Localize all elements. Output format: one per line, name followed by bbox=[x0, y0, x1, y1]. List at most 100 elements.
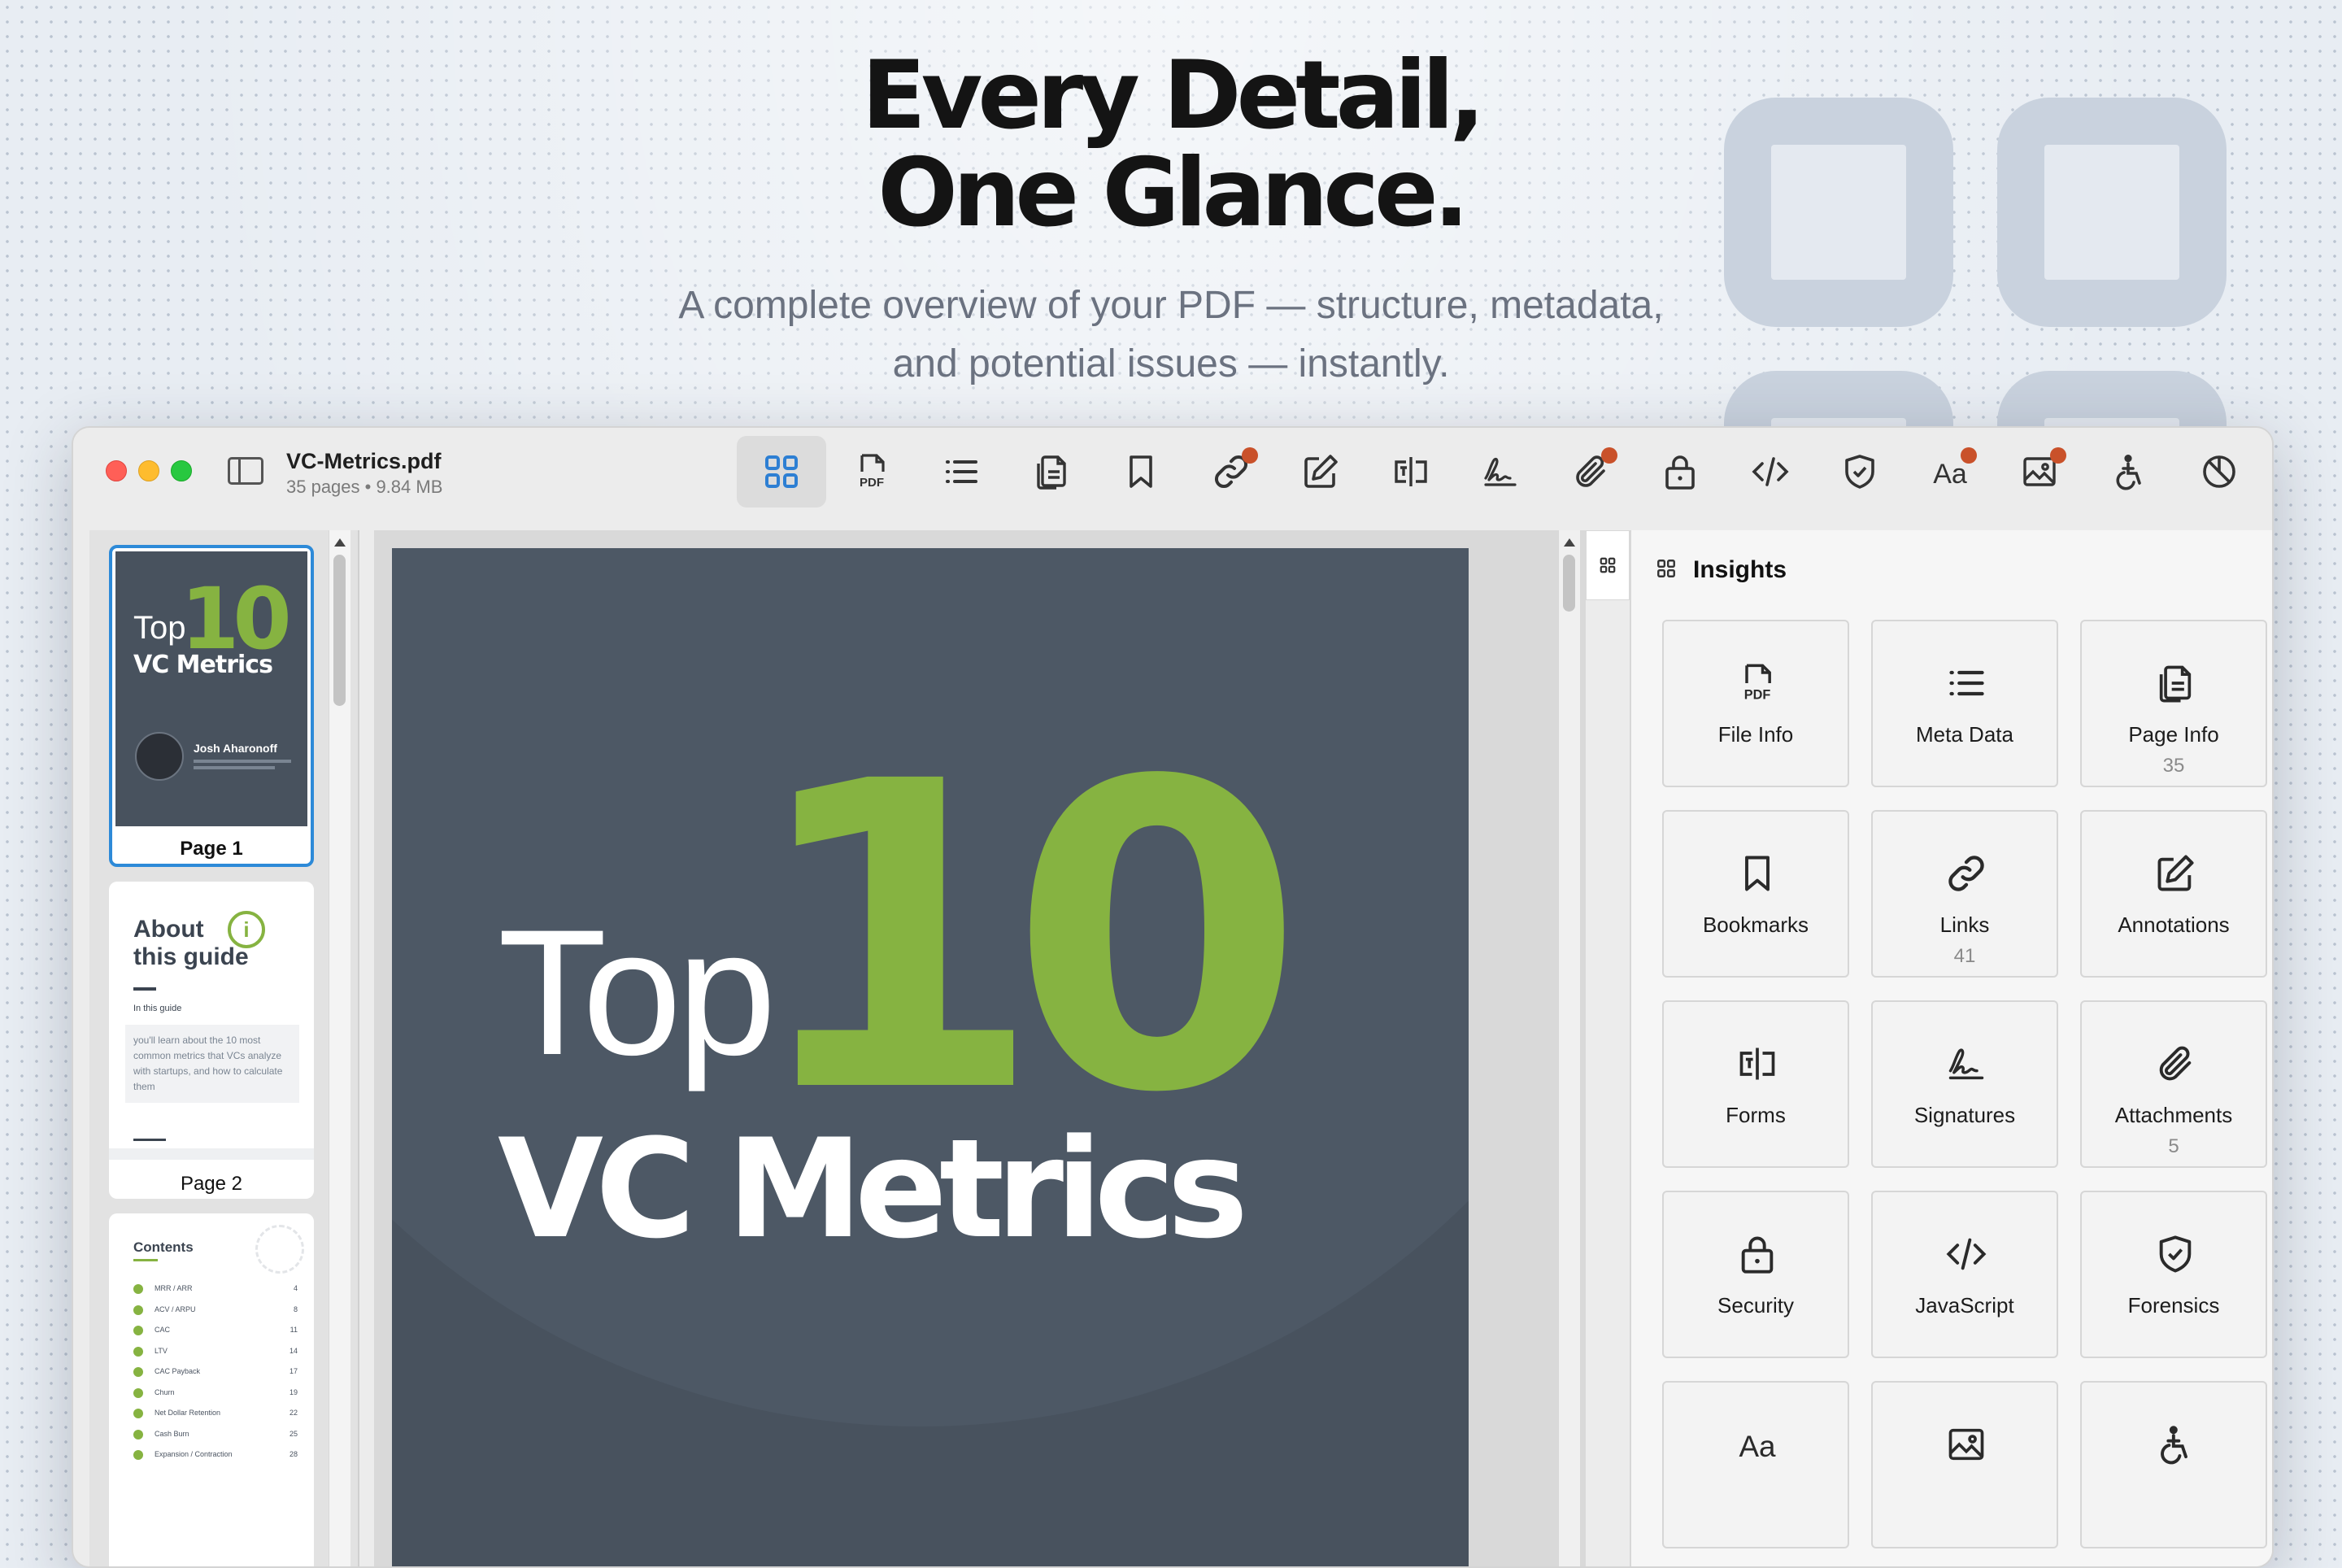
toolbar-pages-button[interactable] bbox=[1007, 436, 1096, 507]
toolbar-signature-button[interactable] bbox=[1456, 436, 1545, 507]
scroll-up-arrow-icon[interactable] bbox=[334, 538, 346, 547]
info-icon: i bbox=[228, 911, 265, 948]
insight-card-label: Page Info bbox=[2128, 722, 2219, 747]
toc-row: Expansion / Contraction 28 bbox=[133, 1448, 298, 1464]
notification-badge bbox=[1960, 447, 1977, 464]
hero-subtitle: A complete overview of your PDF — struct… bbox=[0, 277, 2342, 394]
document-scrollbar[interactable] bbox=[1558, 530, 1580, 1566]
insight-card-label: Bookmarks bbox=[1702, 912, 1809, 937]
insight-card-label: JavaScript bbox=[1915, 1293, 2014, 1318]
thumb3-deco bbox=[255, 1225, 304, 1274]
paperclip-icon bbox=[2159, 1046, 2192, 1081]
insight-card-count: 35 bbox=[2162, 755, 2185, 777]
pages-icon bbox=[1036, 455, 1066, 490]
insight-card-label: Attachments bbox=[2114, 1103, 2233, 1127]
insights-panel: Insights PDF File Info Meta Data Page Info 3… bbox=[1586, 530, 2272, 1566]
toolbar-bookmark-button[interactable] bbox=[1096, 436, 1186, 507]
accessibility-icon bbox=[2116, 455, 2141, 490]
scroll-up-arrow-icon[interactable] bbox=[1564, 538, 1575, 547]
close-window-button[interactable] bbox=[106, 460, 127, 481]
thumb3-heading: Contents bbox=[133, 1239, 194, 1255]
edit-icon bbox=[1304, 455, 1338, 488]
lock-icon bbox=[1665, 455, 1695, 490]
insight-card-file-info[interactable]: PDF File Info bbox=[1662, 620, 1849, 787]
toc-row: MRR / ARR 4 bbox=[133, 1282, 298, 1298]
toolbar-list-button[interactable] bbox=[916, 436, 1006, 507]
insight-card-links[interactable]: Links 41 bbox=[1871, 810, 2058, 978]
thumbnail-page-3[interactable]: Contents MRR / ARR 4 ACV / ARPU 8 CAC 11 LTV 14… bbox=[109, 1213, 314, 1566]
document-scroll-thumb[interactable] bbox=[1563, 555, 1575, 612]
pdf-icon: PDF bbox=[1744, 664, 1771, 703]
font-icon: Aa bbox=[1739, 1430, 1776, 1463]
form-icon bbox=[1739, 1048, 1775, 1080]
toc-item-page: 17 bbox=[289, 1367, 298, 1375]
insight-card-security[interactable]: Security bbox=[1662, 1191, 1849, 1358]
insight-card-forensics[interactable]: Forensics bbox=[2080, 1191, 2267, 1358]
sidebar-toggle-icon[interactable] bbox=[228, 457, 263, 485]
toc-item-label: ACV / ARPU bbox=[155, 1304, 196, 1313]
insight-card-annotations[interactable]: Annotations bbox=[2080, 810, 2267, 978]
toc-bullet-icon bbox=[133, 1304, 143, 1315]
thumbnail-scroll-thumb[interactable] bbox=[333, 555, 346, 706]
svg-text:PDF: PDF bbox=[860, 476, 884, 490]
insight-card-font[interactable]: Aa bbox=[1662, 1381, 1849, 1548]
thumbnail-page-1[interactable]: 10 Top VC Metrics Josh Aharonoff Page 1 bbox=[109, 545, 314, 867]
notification-badge bbox=[2050, 447, 2066, 464]
toc-item-label: CAC bbox=[155, 1326, 171, 1334]
insight-card-label: Links bbox=[1939, 912, 1990, 937]
hero-subtitle-line1: A complete overview of your PDF — struct… bbox=[678, 284, 1664, 327]
toolbar-image-button[interactable] bbox=[1995, 436, 2084, 507]
insight-card-page-info[interactable]: Page Info 35 bbox=[2080, 620, 2267, 787]
code-icon bbox=[1751, 457, 1789, 486]
insight-card-signatures[interactable]: Signatures bbox=[1871, 1000, 2058, 1168]
toolbar-lock-button[interactable] bbox=[1635, 436, 1725, 507]
toolbar-link-button[interactable] bbox=[1186, 436, 1276, 507]
toolbar-grid-button[interactable] bbox=[737, 436, 826, 507]
insight-card-bookmarks[interactable]: Bookmarks bbox=[1662, 810, 1849, 978]
toolbar-shield-button[interactable] bbox=[1815, 436, 1905, 507]
toc-bullet-icon bbox=[133, 1284, 143, 1294]
insight-card-accessibility[interactable] bbox=[2080, 1381, 2267, 1548]
thumbnail-page-2[interactable]: About this guide i In this guide you'll … bbox=[109, 882, 314, 1199]
toolbar-pdf-button[interactable]: PDF bbox=[827, 436, 916, 507]
shield-icon bbox=[2159, 1235, 2192, 1273]
toc-item-label: Cash Burn bbox=[155, 1429, 189, 1438]
thumbnail-scrollbar[interactable] bbox=[329, 530, 350, 1566]
toolbar-edit-button[interactable] bbox=[1276, 436, 1365, 507]
toc-item-label: MRR / ARR bbox=[155, 1284, 193, 1292]
insight-card-label: Annotations bbox=[2118, 912, 2230, 937]
insight-card-meta-data[interactable]: Meta Data bbox=[1871, 620, 2058, 787]
toolbar-font-button[interactable]: Aa bbox=[1905, 436, 1995, 507]
toc-item-page: 22 bbox=[289, 1409, 298, 1417]
insight-card-forms[interactable]: Forms bbox=[1662, 1000, 1849, 1168]
toc-bullet-icon bbox=[133, 1450, 143, 1460]
thumb2-sub: In this guide bbox=[133, 1004, 182, 1013]
minimize-window-button[interactable] bbox=[138, 460, 159, 481]
insight-card-attachments[interactable]: Attachments 5 bbox=[2080, 1000, 2267, 1168]
toolbar-accessibility-button[interactable] bbox=[2085, 436, 2174, 507]
document-file-name: VC-Metrics.pdf bbox=[286, 449, 442, 473]
thumb2-body: you'll learn about the 10 most common me… bbox=[133, 1034, 283, 1092]
toc-bullet-icon bbox=[133, 1367, 143, 1377]
hero-title-line2: One Glance. bbox=[877, 138, 1469, 248]
page-number-ten: 10 bbox=[748, 692, 1304, 1185]
insight-card-label: Signatures bbox=[1913, 1103, 2016, 1127]
toc-bullet-icon bbox=[133, 1387, 143, 1398]
toolbar-form-button[interactable] bbox=[1366, 436, 1456, 507]
toolbar-pie-chart-button[interactable] bbox=[2174, 436, 2264, 507]
toolbar-paperclip-button[interactable] bbox=[1546, 436, 1635, 507]
thumb-author: Josh Aharonoff bbox=[194, 742, 277, 755]
toc-row: LTV 14 bbox=[133, 1344, 298, 1361]
toc-row: Cash Burn 25 bbox=[133, 1427, 298, 1444]
list-icon bbox=[946, 460, 977, 483]
thumbnail-sidebar: 10 Top VC Metrics Josh Aharonoff Page 1 … bbox=[89, 530, 359, 1566]
insight-card-image[interactable] bbox=[1871, 1381, 2058, 1548]
zoom-window-button[interactable] bbox=[171, 460, 192, 481]
page-top-text: Top bbox=[498, 892, 777, 1092]
toolbar-code-button[interactable] bbox=[1726, 436, 1815, 507]
list-icon bbox=[1949, 670, 1984, 696]
insights-tab[interactable] bbox=[1586, 530, 1630, 600]
insight-card-javascript[interactable]: JavaScript bbox=[1871, 1191, 2058, 1358]
shield-icon bbox=[1845, 455, 1874, 489]
toc-item-page: 8 bbox=[293, 1304, 298, 1313]
